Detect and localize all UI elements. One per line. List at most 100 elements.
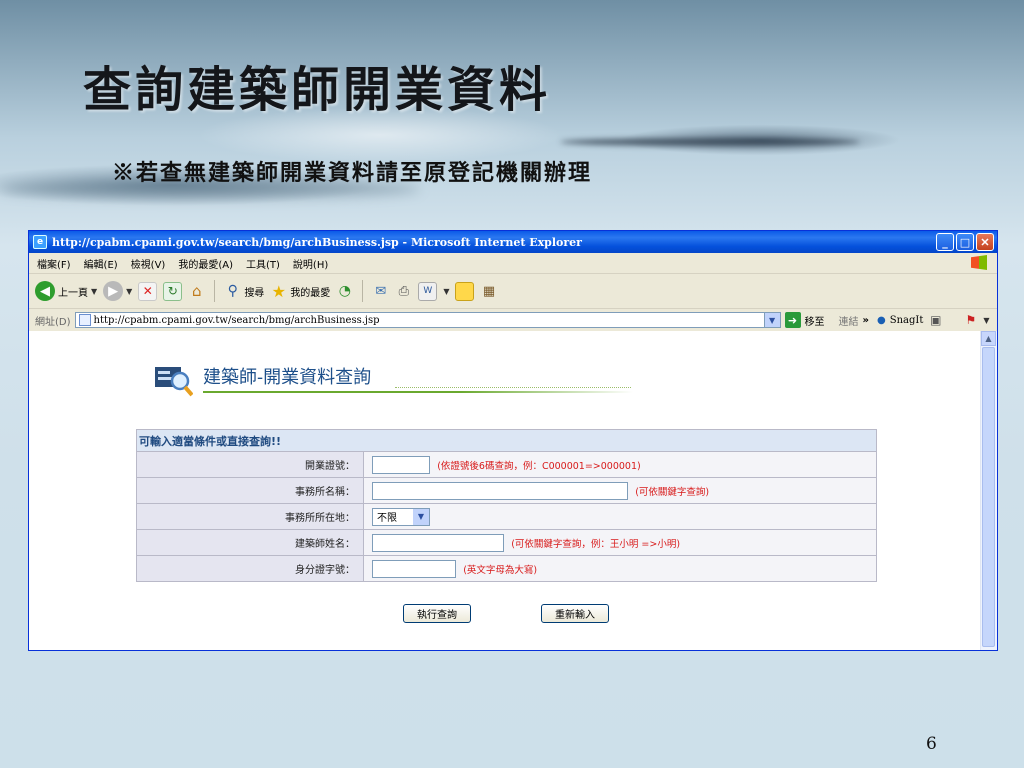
home-icon[interactable]: ⌂ (188, 282, 205, 300)
address-input[interactable]: http://cpabm.cpami.gov.tw/search/bmg/arc… (74, 312, 781, 328)
page-header: 建築師-開業資料查詢 (155, 363, 635, 401)
window-controls: _ □ ✕ (936, 233, 994, 251)
office-location-label: 事務所所在地： (136, 503, 364, 530)
office-location-cell: 不限 ▼ (363, 503, 877, 530)
office-name-cell: (可依關鍵字查詢) (363, 477, 877, 504)
toolbar-separator (362, 280, 364, 302)
stop-icon[interactable]: ✕ (138, 281, 158, 301)
architect-name-cell: (可依關鍵字查詢，例：王小明 =>小明) (363, 529, 877, 556)
office-name-label: 事務所名稱： (136, 477, 364, 504)
page-icon (78, 314, 91, 326)
search-button-label: 搜尋 (244, 287, 265, 299)
print-icon[interactable]: ⎙ (395, 283, 412, 300)
maximize-button[interactable]: □ (956, 233, 974, 251)
address-dropdown-icon[interactable]: ▼ (763, 313, 780, 327)
snagit-button[interactable]: SnagIt (890, 315, 924, 326)
favorites-button[interactable]: ★ 我的最愛 (270, 281, 331, 301)
form-caption-row: 可輸入適當條件或直接查詢!! (136, 429, 877, 452)
license-number-label: 開業證號： (136, 451, 364, 478)
heading-dotted-line (395, 387, 631, 388)
links-label[interactable]: 連結 (839, 313, 859, 328)
windows-flag-icon (971, 255, 987, 270)
browser-window: e http://cpabm.cpami.gov.tw/search/bmg/a… (28, 230, 998, 651)
address-label: 網址(D) (35, 316, 71, 328)
go-arrow-icon[interactable]: ➜ (784, 312, 801, 328)
page-content: 建築師-開業資料查詢 可輸入適當條件或直接查詢!! 開業證號： (依證號後6碼查… (29, 331, 997, 650)
history-icon[interactable]: ◔ (336, 283, 353, 300)
star-icon: ★ (271, 281, 286, 301)
refresh-icon[interactable]: ↻ (163, 281, 183, 301)
license-number-input[interactable] (372, 455, 430, 474)
menu-edit[interactable]: 編輯(E) (84, 256, 118, 271)
window-titlebar[interactable]: e http://cpabm.cpami.gov.tw/search/bmg/a… (29, 231, 997, 253)
vertical-scrollbar[interactable]: ▲ (980, 331, 997, 650)
form-caption: 可輸入適當條件或直接查詢!! (136, 429, 877, 452)
folder-icon[interactable] (455, 281, 475, 301)
submit-button[interactable]: 執行查詢 (403, 604, 471, 623)
window-title: http://cpabm.cpami.gov.tw/search/bmg/arc… (52, 235, 582, 249)
mail-icon[interactable]: ✉ (372, 283, 389, 300)
architect-name-hint: (可依關鍵字查詢，例：王小明 =>小明) (511, 538, 681, 550)
menu-file[interactable]: 檔案(F) (37, 256, 71, 271)
table-row: 事務所所在地： 不限 ▼ (136, 503, 877, 530)
slide-title: 查詢建築師開業資料 (83, 62, 552, 118)
id-number-cell: (英文字母為大寫) (363, 555, 877, 582)
ie-logo-icon: e (33, 235, 47, 249)
menu-view[interactable]: 檢視(V) (131, 256, 166, 271)
scroll-up-icon[interactable]: ▲ (981, 331, 996, 346)
office-name-hint: (可依關鍵字查詢) (635, 486, 710, 498)
search-document-icon (155, 367, 193, 397)
architect-name-label: 建築師姓名： (136, 529, 364, 556)
links-more-icon[interactable]: » (863, 315, 869, 326)
id-number-label: 身分證字號： (136, 555, 364, 582)
toolbar: ◀ 上一頁 ▼ ▶ ▼ ✕ ↻ ⌂ ⚲ 搜尋 ★ 我的最愛 ◔ ✉ ⎙ W ▼ … (29, 274, 997, 309)
architect-name-input[interactable] (372, 533, 504, 552)
id-number-hint: (英文字母為大寫) (463, 564, 538, 576)
search-button[interactable]: ⚲ 搜尋 (224, 283, 265, 300)
heading-underline (203, 391, 633, 393)
back-button[interactable]: ◀ 上一頁 ▼ (35, 281, 97, 301)
office-location-value: 不限 (377, 513, 397, 524)
go-button[interactable]: 移至 (805, 313, 825, 328)
back-dropdown-icon[interactable]: ▼ (91, 287, 97, 296)
reset-button[interactable]: 重新輸入 (541, 604, 609, 623)
edit-dropdown-icon[interactable]: ▼ (443, 287, 449, 296)
snagit-icon: ● (876, 314, 886, 326)
favorites-button-label: 我的最愛 (290, 287, 331, 299)
table-row: 事務所名稱： (可依關鍵字查詢) (136, 477, 877, 504)
office-location-select[interactable]: 不限 ▼ (372, 507, 430, 526)
table-row: 建築師姓名： (可依關鍵字查詢，例：王小明 =>小明) (136, 529, 877, 556)
menu-favorites[interactable]: 我的最愛(A) (178, 256, 233, 271)
search-icon: ⚲ (227, 283, 238, 299)
table-row: 身分證字號： (英文字母為大寫) (136, 555, 877, 582)
slide-subtitle: ※若查無建築師開業資料請至原登記機關辦理 (112, 160, 593, 186)
research-icon[interactable]: ▦ (480, 283, 497, 300)
edit-word-icon[interactable]: W (418, 281, 438, 301)
license-number-cell: (依證號後6碼查詢，例：C000001=>000001) (363, 451, 877, 478)
page-heading: 建築師-開業資料查詢 (203, 367, 372, 388)
table-row: 開業證號： (依證號後6碼查詢，例：C000001=>000001) (136, 451, 877, 478)
background-streak (560, 138, 860, 146)
forward-dropdown-icon[interactable]: ▼ (126, 287, 132, 296)
back-button-label: 上一頁 (58, 287, 88, 299)
toolbar-separator (214, 280, 216, 302)
license-number-hint: (依證號後6碼查詢，例：C000001=>000001) (437, 460, 641, 472)
menu-help[interactable]: 說明(H) (293, 256, 328, 271)
minimize-button[interactable]: _ (936, 233, 954, 251)
address-url: http://cpabm.cpami.gov.tw/search/bmg/arc… (93, 314, 380, 326)
back-arrow-icon: ◀ (35, 281, 55, 301)
address-bar: 網址(D) http://cpabm.cpami.gov.tw/search/b… (29, 309, 997, 332)
chevron-down-icon[interactable]: ▼ (413, 508, 429, 525)
scrollbar-thumb[interactable] (982, 347, 995, 647)
menu-tools[interactable]: 工具(T) (246, 256, 280, 271)
slide-page-number: 6 (926, 734, 937, 754)
close-button[interactable]: ✕ (976, 233, 994, 251)
id-number-input[interactable] (372, 559, 456, 578)
search-form: 可輸入適當條件或直接查詢!! 開業證號： (依證號後6碼查詢，例：C000001… (136, 429, 877, 582)
pdf-dropdown-icon[interactable]: ▼ (983, 316, 989, 325)
forward-button[interactable]: ▶ ▼ (103, 281, 132, 301)
snagit-window-icon[interactable]: ▣ (927, 312, 944, 329)
forward-arrow-icon: ▶ (103, 281, 124, 301)
pdf-icon[interactable]: ⚑ (962, 312, 979, 329)
office-name-input[interactable] (372, 481, 628, 500)
